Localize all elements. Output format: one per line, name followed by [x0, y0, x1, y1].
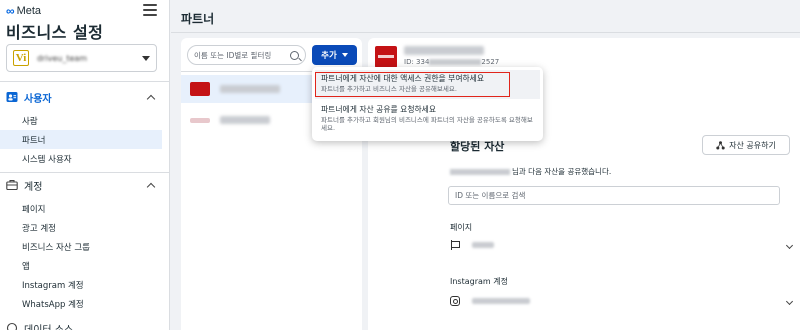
sidebar-item-label: 사람 [22, 116, 38, 127]
chevron-down-icon [785, 241, 794, 249]
add-partner-button[interactable]: 추가 [312, 45, 357, 65]
share-icon [716, 140, 725, 149]
sidebar-item-instagram-accounts[interactable]: Instagram 계정 [0, 275, 162, 294]
shared-assets-description: 님과 다음 자산을 공유했습니다. [450, 166, 611, 177]
section-users-label: 사용자 [24, 93, 52, 105]
meta-logo-text: Meta [16, 5, 42, 17]
users-icon [6, 92, 18, 102]
section-accounts-label: 계정 [24, 181, 43, 193]
menu-item-description: 파트너를 추가하고 비즈니스 자산을 공유해보세요. [321, 85, 457, 93]
sidebar-item-people[interactable]: 사람 [0, 111, 162, 130]
add-button-label: 추가 [321, 51, 337, 61]
chevron-down-icon [785, 297, 794, 305]
flag-icon [450, 240, 460, 250]
asset-search-placeholder: ID 또는 이름으로 검색 [455, 191, 526, 200]
account-name: driveu_team [37, 53, 88, 63]
account-avatar: Vi [13, 50, 29, 66]
sidebar-item-label: 시스템 사용자 [22, 154, 72, 165]
partner-detail-name-redacted [404, 46, 484, 55]
partner-filter-input[interactable]: 이름 또는 ID별로 필터링 [187, 45, 306, 65]
instagram-asset-row[interactable] [450, 294, 795, 308]
sidebar-item-system-users[interactable]: 시스템 사용자 [0, 149, 162, 168]
menu-item-title: 파트너에게 자산 공유를 요청하세요 [321, 105, 437, 114]
partner-id-prefix: ID: 334 [404, 58, 430, 66]
menu-item-request-assets[interactable]: 파트너에게 자산 공유를 요청하세요 파트너를 추가하고 회원님의 비즈니스에 … [315, 101, 540, 137]
asset-name-redacted [472, 298, 530, 304]
section-accounts[interactable]: 계정 [6, 177, 158, 193]
sidebar-item-label: 파트너 [22, 135, 46, 146]
partner-logo [190, 82, 210, 96]
meta-infinity-icon: ∞ [6, 4, 15, 18]
caret-down-icon [341, 53, 348, 57]
section-users[interactable]: 사용자 [6, 89, 158, 105]
sidebar-item-label: 비즈니스 자산 그룹 [22, 242, 90, 253]
page-asset-row[interactable] [450, 238, 795, 252]
chevron-up-icon [146, 182, 156, 191]
share-assets-label: 자산 공유하기 [729, 140, 776, 150]
partner-name-redacted [450, 168, 510, 175]
partner-id-redacted [429, 59, 482, 65]
menu-item-grant-access[interactable]: 파트너에게 자산에 대한 액세스 권한을 부여하세요 파트너를 추가하고 비즈니… [315, 70, 540, 99]
share-assets-button[interactable]: 자산 공유하기 [702, 135, 790, 155]
pages-category-label: 페이지 [450, 223, 473, 232]
section-data-sources-label: 데이터 소스 [24, 324, 74, 330]
sidebar: ∞ Meta 비즈니스 설정 Vi driveu_team 사용자 사람 파트너… [0, 0, 170, 330]
instagram-icon [450, 296, 460, 306]
briefcase-icon [6, 180, 18, 191]
asset-search-input[interactable]: ID 또는 이름으로 검색 [448, 186, 780, 205]
section-data-sources[interactable]: 데이터 소스 [6, 320, 158, 330]
sidebar-item-ad-accounts[interactable]: 광고 계정 [0, 218, 162, 237]
partner-id: ID: 334 2527 [404, 58, 499, 66]
divider [171, 32, 800, 33]
sidebar-item-label: 페이지 [22, 204, 46, 215]
shared-assets-text: 님과 다음 자산을 공유했습니다. [512, 167, 612, 176]
partner-detail-logo [375, 46, 397, 68]
instagram-category-label: Instagram 계정 [450, 277, 508, 286]
menu-icon[interactable] [143, 4, 157, 16]
partner-logo [190, 117, 210, 123]
sidebar-item-label: Instagram 계정 [22, 280, 84, 291]
sidebar-item-apps[interactable]: 앱 [0, 256, 162, 275]
filter-placeholder: 이름 또는 ID별로 필터링 [194, 50, 272, 60]
add-partner-dropdown: 파트너에게 자산에 대한 액세스 권한을 부여하세요 파트너를 추가하고 비즈니… [312, 67, 543, 141]
divider [0, 172, 169, 173]
business-settings-title: 비즈니스 설정 [6, 23, 104, 42]
caret-down-icon [142, 55, 150, 61]
data-sources-icon [6, 322, 18, 330]
sidebar-item-label: 앱 [22, 261, 30, 272]
menu-item-description: 파트너를 추가하고 회원님의 비즈니스에 파트너의 자산을 공유하도록 요청해보… [321, 116, 533, 132]
partner-name-redacted [220, 116, 270, 124]
partner-id-suffix: 2527 [481, 58, 500, 66]
search-icon [290, 50, 299, 60]
divider [0, 81, 169, 82]
sidebar-item-partners[interactable]: 파트너 [0, 130, 162, 149]
meta-logo: ∞ Meta [6, 4, 41, 18]
menu-item-title: 파트너에게 자산에 대한 액세스 권한을 부여하세요 [321, 74, 485, 83]
partner-name-redacted [220, 85, 280, 93]
page-title: 파트너 [181, 12, 215, 26]
chevron-up-icon [146, 94, 156, 103]
asset-name-redacted [472, 242, 494, 248]
sidebar-item-label: WhatsApp 계정 [22, 299, 84, 310]
sidebar-item-label: 광고 계정 [22, 223, 56, 234]
sidebar-item-pages[interactable]: 페이지 [0, 199, 162, 218]
business-account-selector[interactable]: Vi driveu_team [6, 44, 157, 72]
sidebar-item-whatsapp-accounts[interactable]: WhatsApp 계정 [0, 294, 162, 313]
sidebar-item-business-asset-groups[interactable]: 비즈니스 자산 그룹 [0, 237, 162, 256]
